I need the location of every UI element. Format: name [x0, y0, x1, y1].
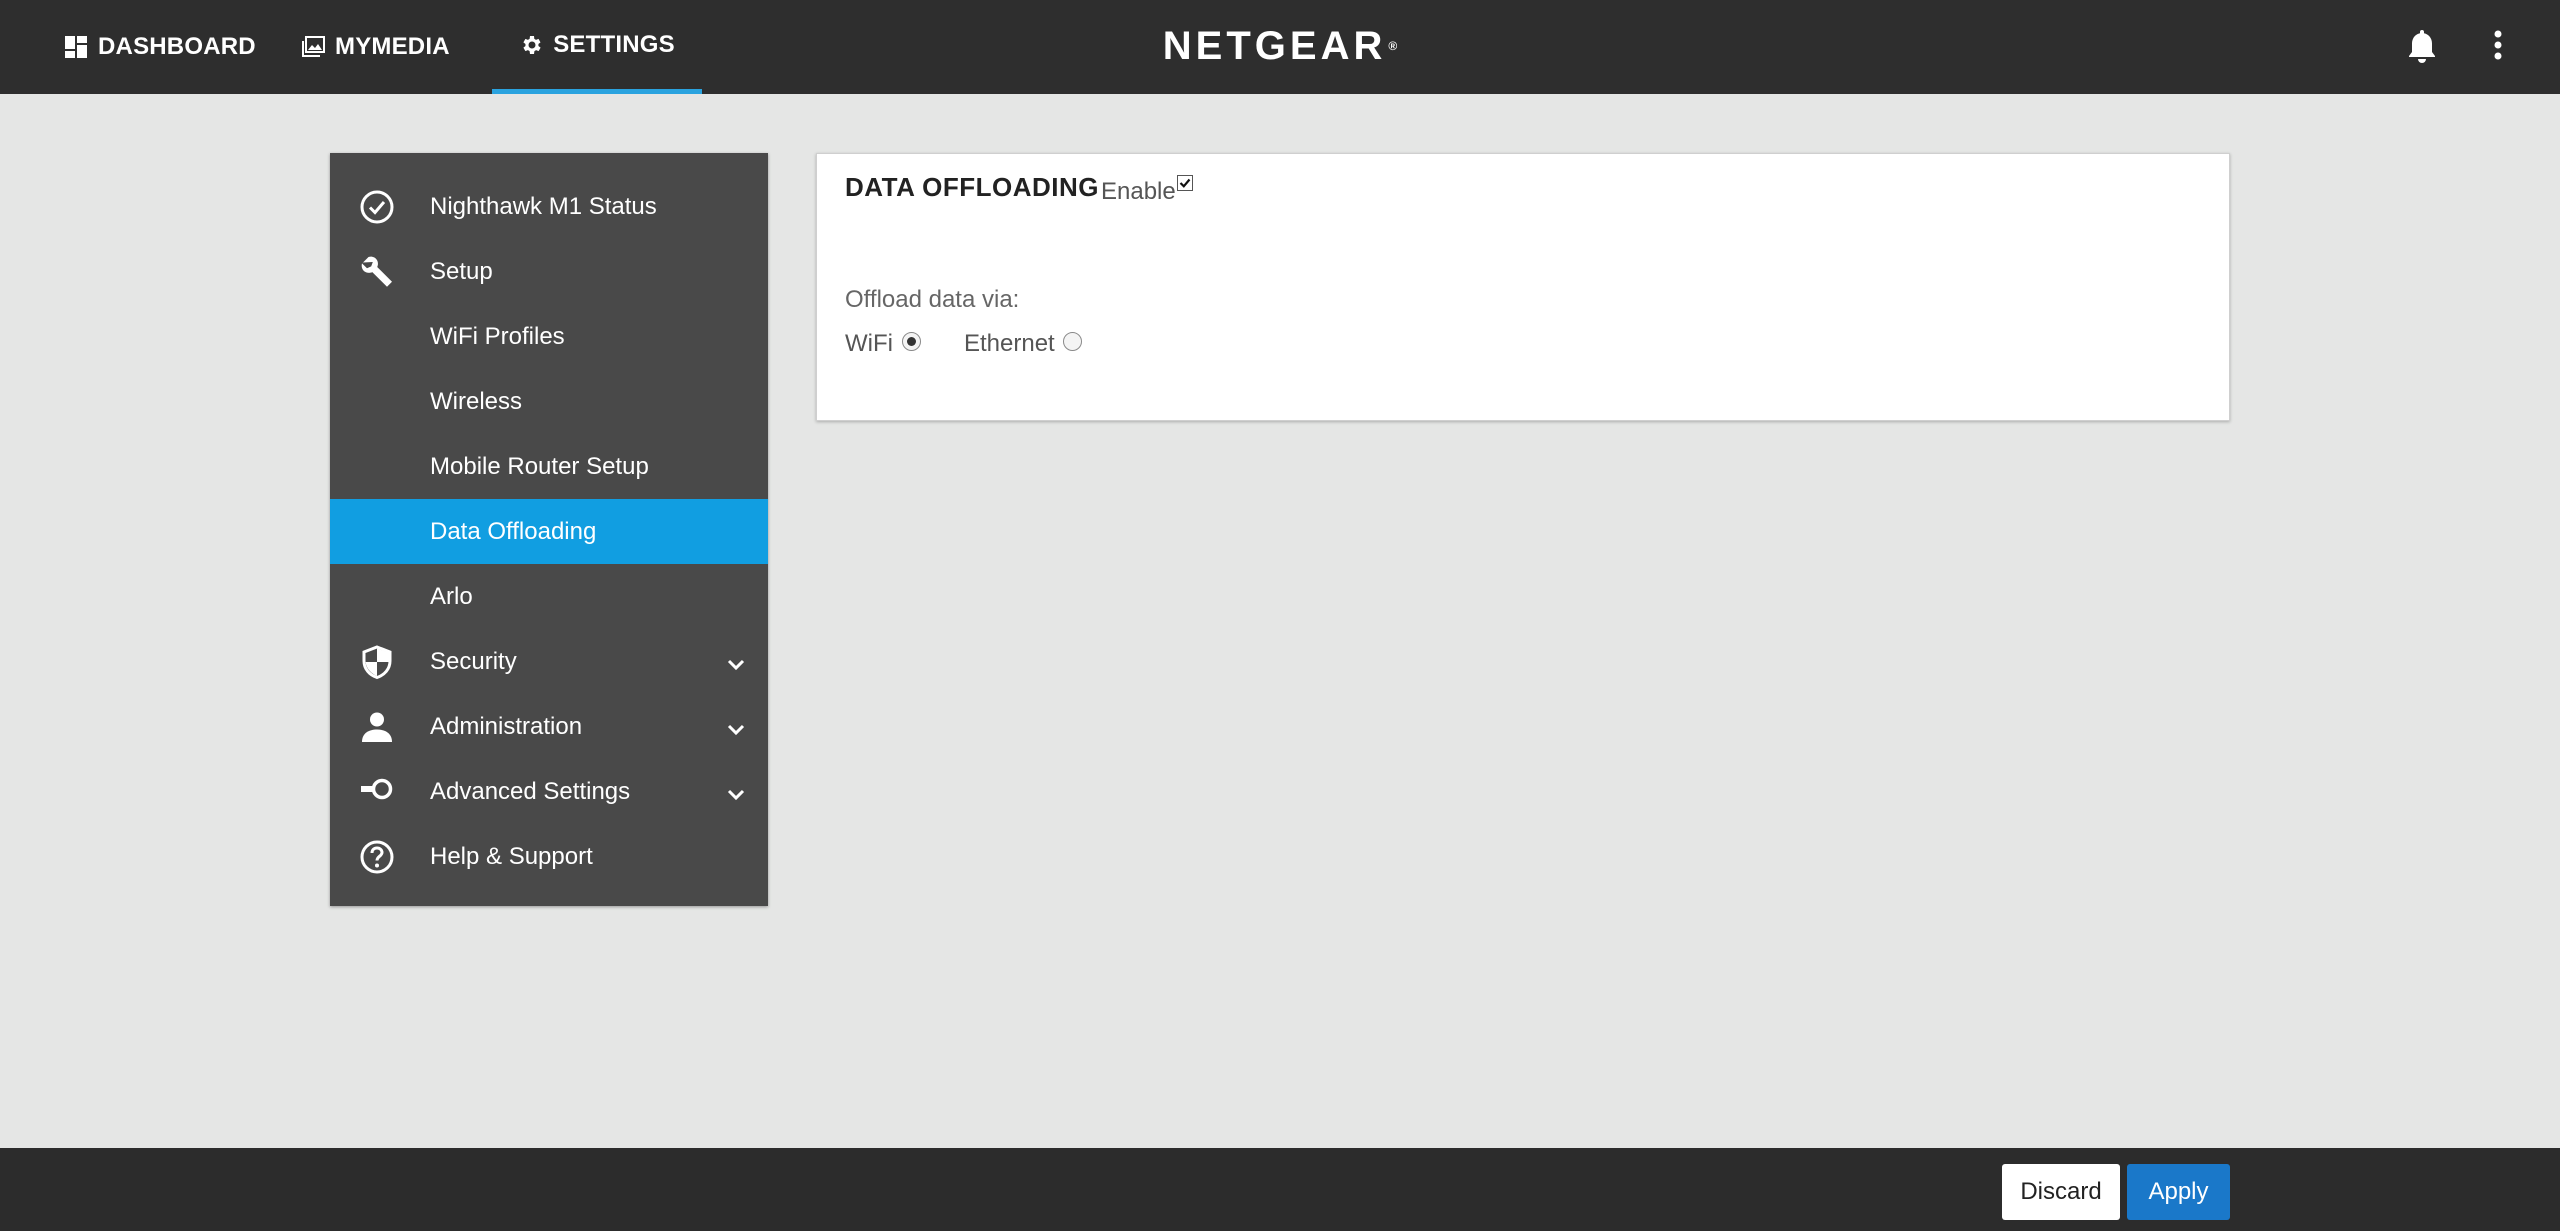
sidebar-item-label: Data Offloading [430, 517, 597, 545]
sidebar-item-wireless[interactable]: Wireless [330, 369, 768, 434]
panel-title: DATA OFFLOADING [845, 172, 1099, 202]
kebab-menu-icon[interactable] [2480, 26, 2516, 66]
nav-mymedia-label: MYMEDIA [335, 33, 450, 60]
sidebar-item-data-offloading[interactable]: Data Offloading [330, 499, 768, 564]
data-offloading-panel: DATA OFFLOADING Enable Offload data via:… [816, 153, 2230, 421]
sidebar-item-advanced-settings[interactable]: Advanced Settings [330, 759, 768, 824]
ethernet-radio[interactable] [1063, 332, 1082, 351]
nav-dashboard[interactable]: DASHBOARD [64, 0, 256, 94]
sidebar-item-label: Setup [430, 257, 493, 285]
sidebar-item-wifi-profiles[interactable]: WiFi Profiles [330, 304, 768, 369]
wifi-radio[interactable] [902, 332, 921, 351]
sidebar-item-label: Advanced Settings [430, 777, 631, 805]
offload-via-label: Offload data via: [845, 286, 1020, 313]
sidebar-item-security[interactable]: Security [330, 629, 768, 694]
chevron-down-icon[interactable] [724, 653, 748, 677]
sidebar-item-label: Wireless [430, 387, 523, 415]
chevron-down-icon[interactable] [724, 783, 748, 807]
brand-registered-mark: ® [1388, 39, 1398, 53]
sidebar-item-label: Arlo [430, 582, 473, 610]
chevron-down-icon[interactable] [724, 718, 748, 742]
sidebar-item-label: Nighthawk M1 Status [430, 192, 657, 220]
person-icon [358, 708, 396, 746]
gear-icon [519, 33, 543, 57]
sidebar-item-nighthawk-status[interactable]: Nighthawk M1 Status [330, 174, 768, 239]
sidebar-item-setup[interactable]: Setup [330, 239, 768, 304]
radio-selected-dot [907, 337, 916, 346]
sidebar-item-label: Help & Support [430, 842, 593, 870]
sidebar-item-administration[interactable]: Administration [330, 694, 768, 759]
nav-dashboard-label: DASHBOARD [98, 33, 256, 60]
sidebar-item-label: Mobile Router Setup [430, 452, 649, 480]
enable-checkbox[interactable] [1177, 175, 1193, 191]
enable-label: Enable [1101, 178, 1176, 205]
wrench-icon [358, 253, 396, 291]
brand-name: NETGEAR [1162, 23, 1387, 68]
action-bar: Discard Apply [0, 1148, 2560, 1231]
check-circle-icon [358, 188, 396, 226]
question-circle-icon [358, 838, 396, 876]
sidebar-item-label: WiFi Profiles [430, 322, 565, 350]
discard-button[interactable]: Discard [2002, 1164, 2120, 1220]
apply-button[interactable]: Apply [2127, 1164, 2230, 1220]
sidebar-item-help-support[interactable]: Help & Support [330, 824, 768, 889]
nav-mymedia[interactable]: MYMEDIA [301, 0, 471, 94]
checkmark-icon [1179, 178, 1191, 188]
ethernet-option-label: Ethernet [964, 330, 1055, 357]
netgear-logo: NETGEAR ® [1140, 18, 1420, 74]
sidebar-item-label: Administration [430, 712, 583, 740]
wifi-option-label: WiFi [845, 330, 893, 357]
shield-icon [358, 643, 396, 681]
sidebar-item-mobile-router-setup[interactable]: Mobile Router Setup [330, 434, 768, 499]
bell-icon[interactable] [2404, 26, 2440, 66]
photo-stack-icon [301, 35, 325, 59]
settings-sidebar: Nighthawk M1 Status Setup WiFi Profiles … [330, 153, 768, 906]
top-navigation-bar: DASHBOARD MYMEDIA SETTINGS NETGEAR ® [0, 0, 2560, 94]
toggle-key-icon [358, 773, 396, 811]
nav-settings[interactable]: SETTINGS [492, 0, 702, 94]
nav-settings-label: SETTINGS [553, 30, 675, 58]
sidebar-item-label: Security [430, 647, 517, 675]
dashboard-grid-icon [64, 35, 88, 59]
sidebar-item-arlo[interactable]: Arlo [330, 564, 768, 629]
